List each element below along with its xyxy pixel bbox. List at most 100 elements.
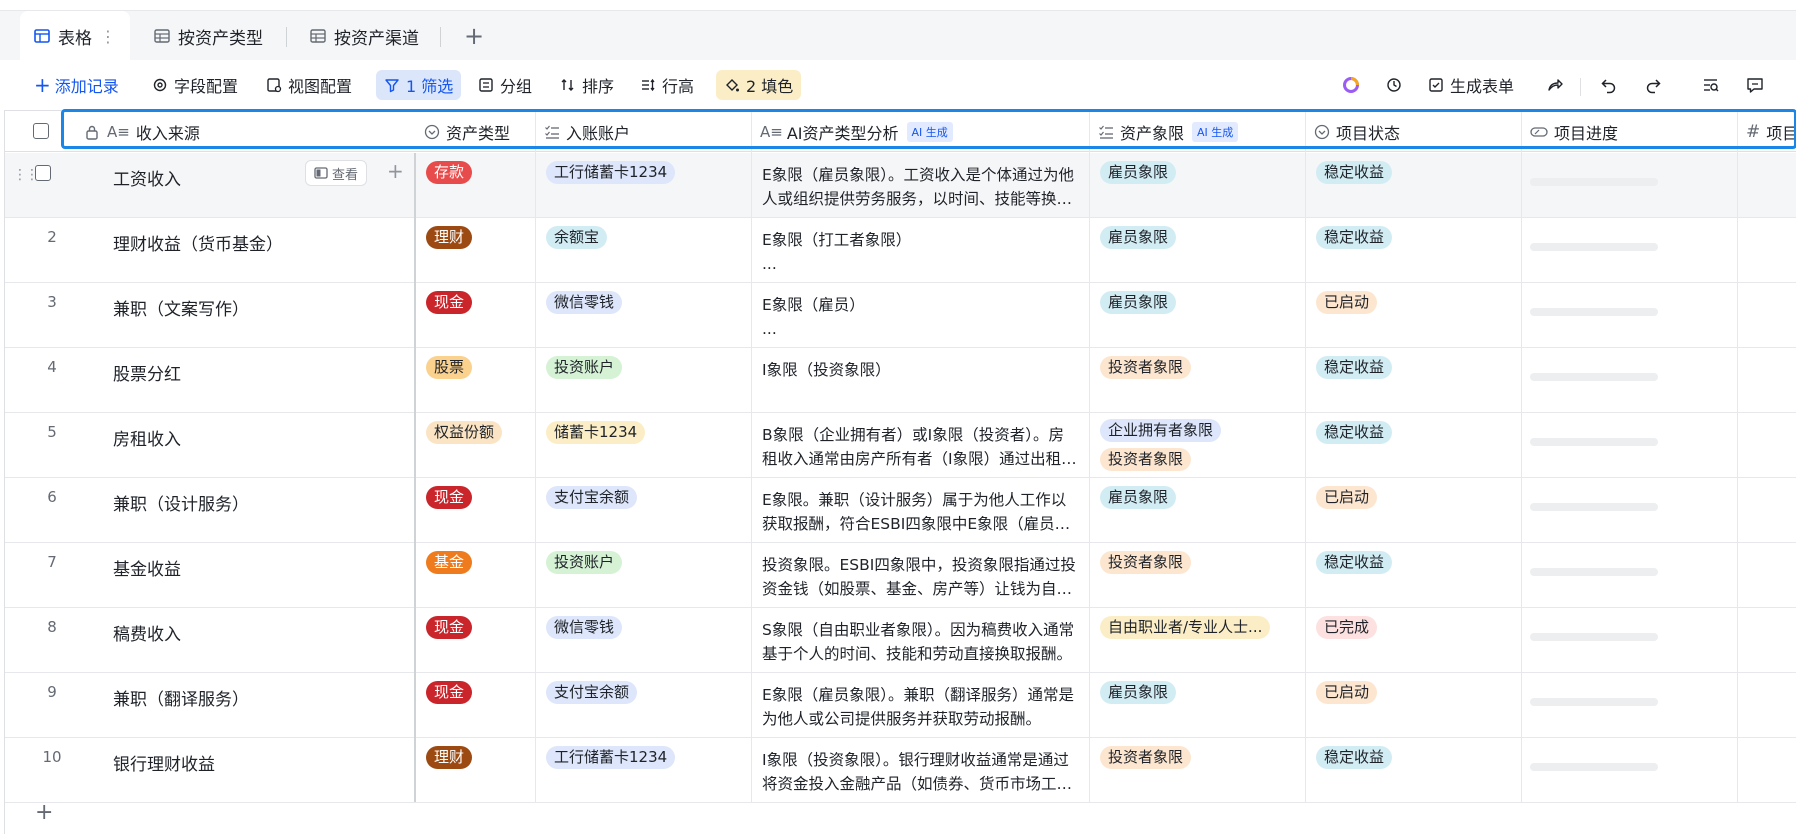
search-button[interactable] [1698, 70, 1730, 100]
cell-asset-type[interactable]: 权益份额 [416, 413, 536, 477]
cell-quadrant[interactable]: 雇员象限 [1090, 218, 1306, 282]
cell-account[interactable]: 支付宝余额 [536, 673, 752, 737]
account-tag[interactable]: 微信零钱 [546, 291, 623, 314]
cell-status[interactable]: 稳定收益 [1306, 543, 1522, 607]
cell-status[interactable]: 已启动 [1306, 283, 1522, 347]
cell-account[interactable]: 投资账户 [536, 543, 752, 607]
cell-status[interactable]: 已启动 [1306, 673, 1522, 737]
cell-progress[interactable] [1522, 413, 1738, 477]
cell-progress[interactable] [1522, 608, 1738, 672]
cell-ai-analysis[interactable]: I象限（投资象限） [752, 348, 1090, 412]
cell-progress[interactable] [1522, 738, 1738, 802]
cell-asset-type[interactable]: 理财 [416, 738, 536, 802]
select-all-checkbox[interactable] [33, 123, 49, 139]
fill-color-button[interactable]: 2 填色 [716, 70, 802, 100]
account-tag[interactable]: 微信零钱 [546, 616, 623, 639]
cell-status[interactable]: 已完成 [1306, 608, 1522, 672]
cell-more[interactable] [1738, 153, 1796, 217]
cell-progress[interactable] [1522, 543, 1738, 607]
cell-quadrant[interactable]: 雇员象限 [1090, 673, 1306, 737]
cell-ai-analysis[interactable]: S象限（自由职业者象限）。因为稿费收入通常基于个人的时间、技能和劳动直接换取报酬… [752, 608, 1090, 672]
quadrant-tag[interactable]: 雇员象限 [1100, 226, 1177, 249]
cell-ai-analysis[interactable]: I象限（投资象限）。银行理财收益通常是通过将资金投入金融产品（如债券、货币市场工… [752, 738, 1090, 802]
cell-asset-type[interactable]: 理财 [416, 218, 536, 282]
quadrant-tag[interactable]: 雇员象限 [1100, 681, 1177, 704]
cell-more[interactable] [1738, 218, 1796, 282]
tab-by-asset-channel[interactable]: 按资产渠道 [296, 11, 433, 61]
add-row-button[interactable]: + [35, 800, 53, 825]
cell-quadrant[interactable]: 企业拥有者象限 投资者象限 [1090, 413, 1306, 477]
cell-status[interactable]: 稳定收益 [1306, 348, 1522, 412]
status-tag[interactable]: 稳定收益 [1316, 356, 1393, 379]
insert-row-icon[interactable]: + [387, 159, 404, 183]
tab-by-asset-type[interactable]: 按资产类型 [140, 11, 277, 61]
cell-status[interactable]: 稳定收益 [1306, 218, 1522, 282]
asset-type-tag[interactable]: 现金 [426, 291, 473, 314]
account-tag[interactable]: 投资账户 [546, 551, 623, 574]
account-tag[interactable]: 余额宝 [546, 226, 608, 249]
cell-asset-type[interactable]: 现金 [416, 478, 536, 542]
cell-progress[interactable] [1522, 348, 1738, 412]
more-dots-icon[interactable]: ⋮ [100, 27, 116, 46]
cell-progress[interactable] [1522, 283, 1738, 347]
cell-more[interactable] [1738, 413, 1796, 477]
cell-account[interactable]: 储蓄卡1234 [536, 413, 752, 477]
asset-type-tag[interactable]: 现金 [426, 616, 473, 639]
share-button[interactable] [1542, 70, 1574, 100]
account-tag[interactable]: 工行储蓄卡1234 [546, 161, 676, 184]
cell-account[interactable]: 投资账户 [536, 348, 752, 412]
account-tag[interactable]: 支付宝余额 [546, 681, 638, 704]
asset-type-tag[interactable]: 现金 [426, 486, 473, 509]
cell-account[interactable]: 工行储蓄卡1234 [536, 738, 752, 802]
cell-status[interactable]: 已启动 [1306, 478, 1522, 542]
cell-more[interactable] [1738, 608, 1796, 672]
quadrant-tag[interactable]: 投资者象限 [1100, 448, 1192, 471]
status-tag[interactable]: 稳定收益 [1316, 551, 1393, 574]
cell-ai-analysis[interactable]: 投资象限。ESBI四象限中，投资象限指通过投资金钱（如股票、基金、房产等）让钱为… [752, 543, 1090, 607]
group-button[interactable]: 分组 [474, 70, 536, 100]
header-account[interactable]: 入账账户 [536, 111, 752, 153]
account-tag[interactable]: 工行储蓄卡1234 [546, 746, 676, 769]
asset-type-tag[interactable]: 权益份额 [426, 421, 503, 444]
cell-asset-type[interactable]: 现金 [416, 608, 536, 672]
cell-more[interactable] [1738, 543, 1796, 607]
asset-type-tag[interactable]: 理财 [426, 226, 473, 249]
field-config-button[interactable]: 字段配置 [148, 70, 242, 100]
cell-more[interactable] [1738, 738, 1796, 802]
cell-ai-analysis[interactable]: E象限（打工者象限） ... [752, 218, 1090, 282]
status-tag[interactable]: 已启动 [1316, 486, 1378, 509]
quadrant-tag[interactable]: 雇员象限 [1100, 161, 1177, 184]
cell-more[interactable] [1738, 348, 1796, 412]
filter-button[interactable]: 1 筛选 [376, 70, 462, 100]
cell-status[interactable]: 稳定收益 [1306, 738, 1522, 802]
cell-account[interactable]: 支付宝余额 [536, 478, 752, 542]
asset-type-tag[interactable]: 股票 [426, 356, 473, 379]
cell-account[interactable]: 余额宝 [536, 218, 752, 282]
row-height-button[interactable]: 行高 [636, 70, 698, 100]
cell-quadrant[interactable]: 自由职业者/专业人士... [1090, 608, 1306, 672]
cell-more[interactable] [1738, 283, 1796, 347]
cell-more[interactable] [1738, 673, 1796, 737]
sort-button[interactable]: 排序 [556, 70, 618, 100]
cell-quadrant[interactable]: 雇员象限 [1090, 478, 1306, 542]
generate-form-button[interactable]: 生成表单 [1424, 70, 1518, 100]
status-tag[interactable]: 稳定收益 [1316, 226, 1393, 249]
cell-account[interactable]: 微信零钱 [536, 283, 752, 347]
cell-status[interactable]: 稳定收益 [1306, 153, 1522, 217]
automation-button[interactable] [1382, 70, 1414, 100]
row-checkbox[interactable] [35, 165, 51, 181]
undo-button[interactable] [1596, 70, 1628, 100]
cell-asset-type[interactable]: 基金 [416, 543, 536, 607]
quadrant-tag[interactable]: 投资者象限 [1100, 356, 1192, 379]
view-config-button[interactable]: 视图配置 [262, 70, 356, 100]
status-tag[interactable]: 已启动 [1316, 291, 1378, 314]
cell-progress[interactable] [1522, 478, 1738, 542]
cell-ai-analysis[interactable]: E象限（雇员） ... [752, 283, 1090, 347]
cell-asset-type[interactable]: 股票 [416, 348, 536, 412]
header-status[interactable]: 项目状态 [1306, 111, 1522, 153]
asset-type-tag[interactable]: 存款 [426, 161, 473, 184]
account-tag[interactable]: 储蓄卡1234 [546, 421, 646, 444]
status-tag[interactable]: 稳定收益 [1316, 421, 1393, 444]
cell-asset-type[interactable]: 存款 [416, 153, 536, 217]
header-source[interactable]: A≡ 收入来源 [61, 111, 414, 153]
